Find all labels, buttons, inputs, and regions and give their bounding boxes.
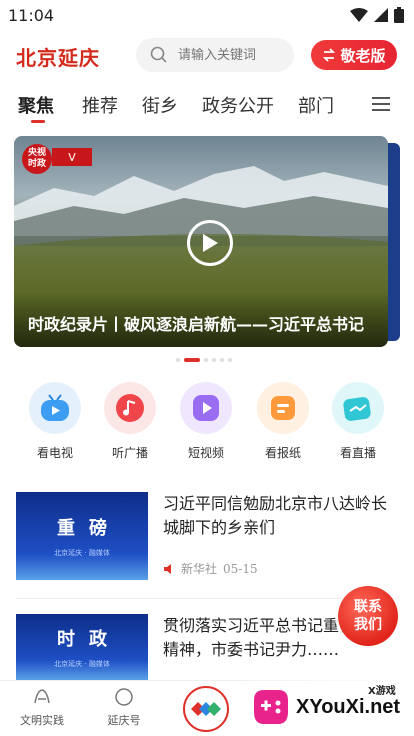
quick-link-label: 看电视: [36, 446, 73, 460]
quick-link-radio[interactable]: 听广播: [100, 382, 160, 461]
nav-yanqing[interactable]: 延庆号: [94, 687, 154, 728]
status-bar: 11:04: [0, 0, 414, 30]
battery-icon: [394, 7, 404, 23]
thumbnail-subtitle: 北京延庆 · 融媒体: [54, 660, 110, 668]
search-bar[interactable]: [136, 38, 294, 72]
newspaper-icon: [271, 396, 295, 420]
carousel-dot[interactable]: [204, 358, 208, 362]
watermark-top: X游戏: [368, 686, 396, 697]
status-time: 11:04: [8, 5, 55, 25]
status-icons: [350, 7, 404, 23]
badge-flag: V: [52, 148, 92, 166]
speaker-icon[interactable]: [163, 563, 175, 575]
tab-departments[interactable]: 部门: [298, 92, 334, 118]
divider: [16, 598, 398, 599]
tab-focus[interactable]: 聚焦: [18, 92, 54, 118]
short-video-icon: [193, 395, 219, 421]
news-title[interactable]: 习近平同信勉励北京市八达岭长城脚下的乡亲们: [163, 492, 395, 540]
thumbnail-title: 时政: [57, 629, 121, 650]
quick-link-newspaper[interactable]: 看报纸: [253, 382, 313, 461]
tab-government-affairs[interactable]: 政务公开: [202, 92, 274, 118]
contact-us-button[interactable]: 联系我们: [338, 586, 398, 646]
carousel-dot[interactable]: [176, 358, 180, 362]
signal-icon: [374, 8, 388, 22]
banner-title[interactable]: 时政纪录片丨破风逐浪启新航——习近平总书记: [28, 311, 372, 335]
quick-link-live[interactable]: 看直播: [328, 382, 388, 461]
thumbnail-title: 重磅: [57, 518, 121, 539]
contact-us-label: 联系我们: [354, 599, 382, 633]
cctv-badge: 央视 时政: [22, 144, 52, 174]
nav-civilization[interactable]: 文明实践: [12, 687, 72, 728]
elder-mode-label: 敬老版: [340, 47, 386, 65]
live-icon: [343, 397, 371, 421]
search-input[interactable]: [176, 46, 286, 64]
gamepad-logo-icon: [254, 690, 288, 724]
nav-label: 延庆号: [107, 714, 141, 727]
news-thumbnail: 时政 北京延庆 · 融媒体: [16, 614, 148, 680]
carousel-dot-active[interactable]: [184, 358, 200, 362]
header: 北京延庆 敬老版: [0, 36, 414, 76]
quick-link-tv[interactable]: 看电视: [25, 382, 85, 461]
quick-link-label: 看报纸: [264, 446, 301, 460]
news-thumbnail: 重磅 北京延庆 · 融媒体: [16, 492, 148, 580]
carousel-dot[interactable]: [220, 358, 224, 362]
carousel-indicator: [176, 358, 232, 362]
news-meta: 新华社 05-15: [163, 560, 258, 577]
play-icon[interactable]: [187, 220, 233, 266]
active-tab-indicator: [31, 120, 45, 123]
elder-mode-button[interactable]: 敬老版: [311, 40, 397, 70]
search-icon: [150, 46, 167, 63]
news-date: 05-15: [223, 561, 258, 576]
featured-banner[interactable]: 央视 时政 V 时政纪录片丨破风逐浪启新航——习近平总书记: [14, 136, 388, 347]
nav-label: 文明实践: [20, 714, 64, 727]
menu-icon[interactable]: [372, 96, 390, 112]
watermark-text: XYouXi.net: [296, 696, 401, 718]
tab-recommend[interactable]: 推荐: [82, 92, 118, 118]
badge-line-2: 时政: [27, 159, 46, 169]
badge-line-1: 央视: [27, 148, 46, 158]
quick-link-label: 短视频: [187, 446, 224, 460]
quick-links: 看电视 听广播 短视频 看报纸 看直播: [0, 382, 414, 462]
yanqing-icon: [115, 688, 133, 706]
center-home-button[interactable]: [183, 686, 229, 732]
quick-link-label: 看直播: [339, 446, 376, 460]
quick-link-short-video[interactable]: 短视频: [176, 382, 236, 461]
app-logo[interactable]: 北京延庆: [16, 42, 100, 71]
switch-icon: [323, 48, 336, 62]
thumbnail-subtitle: 北京延庆 · 融媒体: [54, 549, 110, 557]
tv-icon: [41, 394, 69, 421]
news-item[interactable]: 重磅 北京延庆 · 融媒体 习近平同信勉励北京市八达岭长城脚下的乡亲们 新华社 …: [16, 492, 398, 584]
carousel-dot[interactable]: [212, 358, 216, 362]
wifi-icon: [350, 8, 368, 22]
quick-link-label: 听广播: [111, 446, 148, 460]
radio-icon: [116, 394, 144, 422]
channel-tabs: 聚焦 推荐 街乡 政务公开 部门: [0, 86, 414, 126]
news-source: 新华社: [181, 562, 218, 576]
carousel-dot[interactable]: [228, 358, 232, 362]
app-emblem-icon: [191, 702, 221, 716]
civilization-icon: [34, 689, 50, 704]
tab-township[interactable]: 街乡: [142, 92, 178, 118]
